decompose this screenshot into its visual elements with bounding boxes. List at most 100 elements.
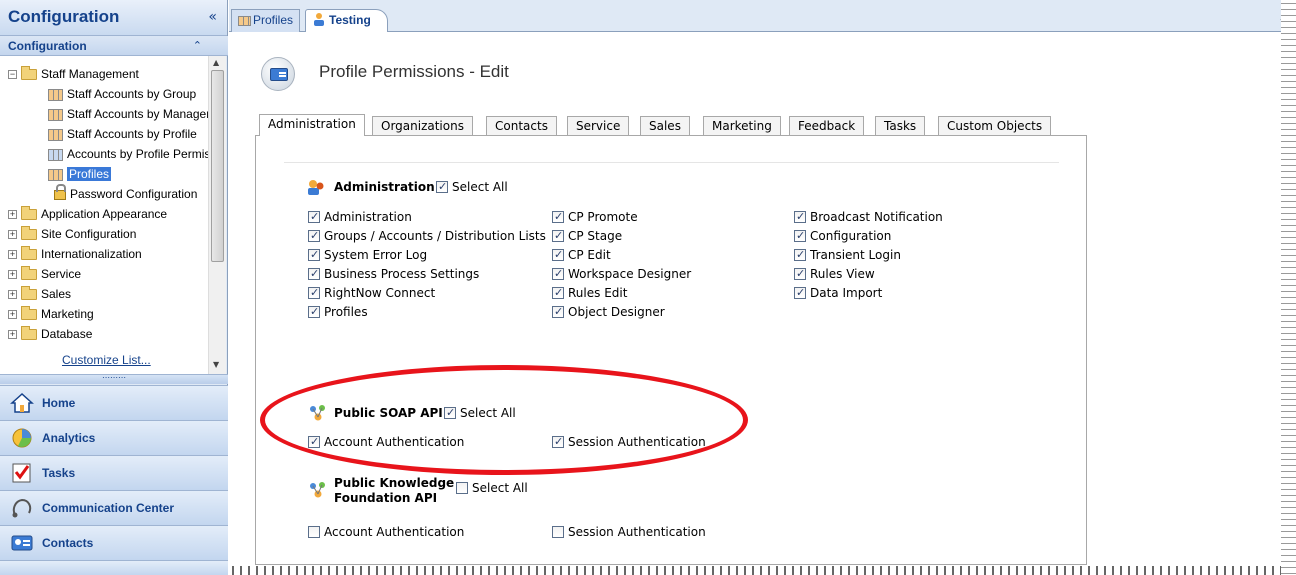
checkbox-box[interactable] [308, 526, 320, 538]
tab-feedback[interactable]: Feedback [789, 116, 865, 136]
expand-toggle-icon[interactable]: + [8, 270, 17, 280]
checkbox-box[interactable] [552, 434, 564, 450]
expand-toggle-icon[interactable]: + [8, 290, 17, 300]
soap-session-authentication-checkbox[interactable]: Session Authentication [552, 434, 706, 450]
checkbox-box[interactable] [308, 209, 320, 225]
transient-login-checkbox[interactable]: Transient Login [794, 247, 901, 263]
soap-select-all-checkbox[interactable]: Select All [444, 405, 516, 421]
checkbox-box[interactable] [794, 247, 806, 263]
nav-button-more[interactable] [0, 560, 228, 575]
administration-select-all-checkbox[interactable]: Select All [436, 179, 508, 195]
scroll-up-icon[interactable]: ▲ [213, 58, 219, 67]
expand-toggle-icon[interactable]: + [8, 330, 17, 340]
tab-marketing[interactable]: Marketing [703, 116, 781, 136]
checkbox-box[interactable] [794, 209, 806, 225]
customize-list-link[interactable]: Customize List... [62, 353, 151, 367]
checkbox-box[interactable] [552, 285, 564, 301]
tree-node-site-configuration[interactable]: + Site Configuration [8, 224, 136, 244]
expand-toggle-icon[interactable]: + [8, 210, 17, 220]
folder-icon [21, 206, 37, 221]
doc-tab-testing[interactable]: Testing [305, 9, 388, 32]
tree-node-database[interactable]: + Database [8, 324, 92, 344]
checkbox-box[interactable] [794, 285, 806, 301]
checkbox-box[interactable] [456, 482, 468, 494]
rules-view-checkbox[interactable]: Rules View [794, 266, 875, 282]
administration-checkbox[interactable]: Administration [308, 209, 412, 225]
collapse-toggle-icon[interactable]: − [8, 70, 17, 80]
knowledge-session-authentication-checkbox[interactable]: Session Authentication [552, 524, 706, 540]
tree-node-service[interactable]: + Service [8, 264, 81, 284]
cp-edit-checkbox[interactable]: CP Edit [552, 247, 611, 263]
cp-promote-checkbox[interactable]: CP Promote [552, 209, 638, 225]
checkbox-box[interactable] [444, 405, 456, 421]
profiles-checkbox[interactable]: Profiles [308, 304, 368, 320]
tree-node-marketing[interactable]: + Marketing [8, 304, 94, 324]
data-import-checkbox[interactable]: Data Import [794, 285, 882, 301]
checkbox-box[interactable] [552, 266, 564, 282]
nav-button-communication-center[interactable]: Communication Center [0, 490, 228, 525]
collapse-section-icon[interactable]: ⌃ [193, 39, 202, 52]
checkbox-box[interactable] [308, 228, 320, 244]
checkbox-box[interactable] [308, 285, 320, 301]
configuration-section-header[interactable]: Configuration ⌃ [0, 36, 228, 56]
business-process-settings-checkbox[interactable]: Business Process Settings [308, 266, 479, 282]
tree-node-staff-management[interactable]: − Staff Management [8, 64, 139, 84]
nav-button-contacts[interactable]: Contacts [0, 525, 228, 560]
checkbox-box[interactable] [308, 304, 320, 320]
tab-contacts[interactable]: Contacts [486, 116, 557, 136]
expand-toggle-icon[interactable]: + [8, 230, 17, 240]
tree-node-staff-accounts-by-group[interactable]: Staff Accounts by Group [48, 84, 196, 104]
tab-service[interactable]: Service [567, 116, 630, 136]
rules-edit-checkbox[interactable]: Rules Edit [552, 285, 627, 301]
tree-node-staff-accounts-by-manager[interactable]: Staff Accounts by Manager [48, 104, 208, 124]
expand-toggle-icon[interactable]: + [8, 310, 17, 320]
tab-custom-objects[interactable]: Custom Objects [938, 116, 1052, 136]
api-icon [310, 405, 325, 421]
system-error-log-checkbox[interactable]: System Error Log [308, 247, 427, 263]
checkbox-box[interactable] [308, 247, 320, 263]
tree-node-staff-accounts-by-profile[interactable]: Staff Accounts by Profile [48, 124, 197, 144]
checkbox-box[interactable] [436, 179, 448, 195]
soap-account-authentication-checkbox[interactable]: Account Authentication [308, 434, 464, 450]
tree-node-label: Sales [41, 287, 72, 301]
checkbox-box[interactable] [552, 209, 564, 225]
checkbox-box[interactable] [552, 228, 564, 244]
tab-tasks[interactable]: Tasks [875, 116, 926, 136]
tree-node-accounts-by-profile-permissions[interactable]: Accounts by Profile Permissions [48, 144, 208, 164]
tree-node-application-appearance[interactable]: + Application Appearance [8, 204, 167, 224]
checkbox-box[interactable] [552, 526, 564, 538]
nav-button-home[interactable]: Home [0, 385, 228, 420]
doc-tab-profiles[interactable]: Profiles [231, 9, 301, 32]
cp-stage-checkbox[interactable]: CP Stage [552, 228, 622, 244]
tab-administration[interactable]: Administration [259, 114, 365, 136]
checkbox-box[interactable] [308, 434, 320, 450]
checkbox-box[interactable] [308, 266, 320, 282]
checkbox-box[interactable] [794, 228, 806, 244]
knowledge-account-authentication-checkbox[interactable]: Account Authentication [308, 524, 464, 540]
tree-node-profiles[interactable]: Profiles [48, 164, 112, 184]
expand-toggle-icon[interactable]: + [8, 250, 17, 260]
scroll-down-icon[interactable]: ▼ [213, 360, 219, 369]
scrollbar-thumb[interactable] [211, 70, 224, 262]
nav-button-tasks[interactable]: Tasks [0, 455, 228, 490]
panel-splitter[interactable]: ⋯⋯⋯ [0, 374, 228, 384]
checkbox-label: Workspace Designer [568, 267, 692, 281]
groups-accounts-distribution-lists-checkbox[interactable]: Groups / Accounts / Distribution Lists [308, 228, 546, 244]
workspace-designer-checkbox[interactable]: Workspace Designer [552, 266, 691, 282]
broadcast-notification-checkbox[interactable]: Broadcast Notification [794, 209, 943, 225]
checkbox-box[interactable] [552, 304, 564, 320]
collapse-panel-icon[interactable]: « [208, 9, 217, 25]
tree-node-password-configuration[interactable]: Password Configuration [52, 183, 197, 204]
configuration-checkbox[interactable]: Configuration [794, 228, 891, 244]
tab-sales[interactable]: Sales [640, 116, 690, 136]
object-designer-checkbox[interactable]: Object Designer [552, 304, 665, 320]
rightnow-connect-checkbox[interactable]: RightNow Connect [308, 285, 435, 301]
tree-node-sales[interactable]: + Sales [8, 284, 71, 304]
checkbox-box[interactable] [794, 266, 806, 282]
tree-node-internationalization[interactable]: + Internationalization [8, 244, 142, 264]
tree-scrollbar[interactable]: ▲ ▼ [208, 56, 226, 374]
knowledge-select-all-checkbox[interactable]: Select All [456, 480, 528, 496]
checkbox-box[interactable] [552, 247, 564, 263]
tab-organizations[interactable]: Organizations [372, 116, 473, 136]
nav-button-analytics[interactable]: Analytics [0, 420, 228, 455]
